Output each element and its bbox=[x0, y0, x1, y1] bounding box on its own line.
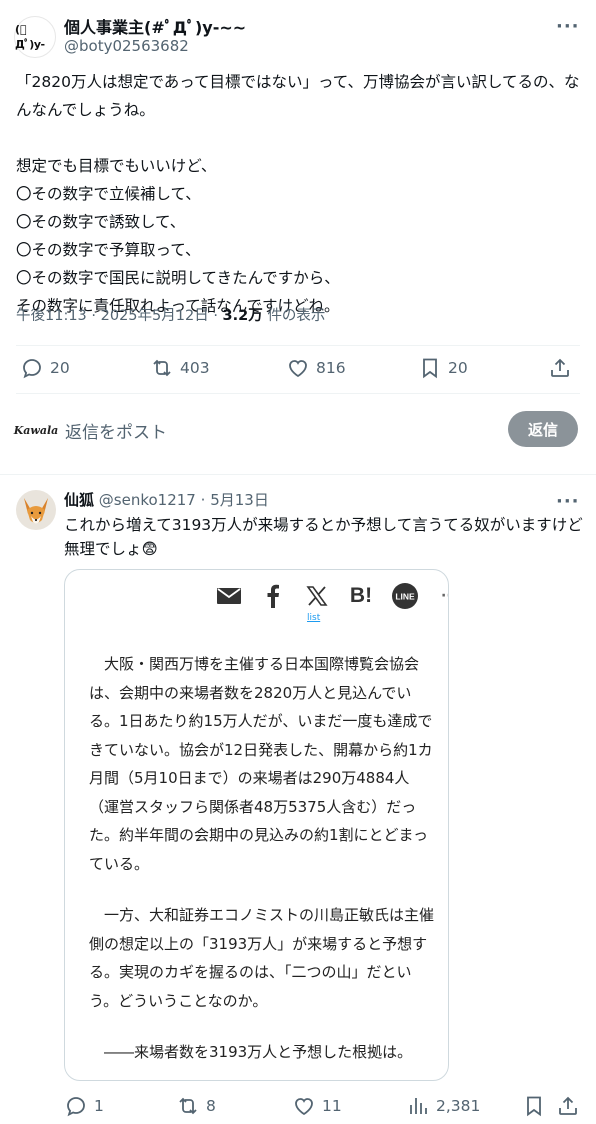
share-toolbar: B! LINE ··· bbox=[215, 582, 448, 610]
attached-image-card[interactable]: B! LINE ··· list 大阪・関西万博を主催する日本国際博覧会協会は、… bbox=[64, 569, 449, 1081]
heart-icon bbox=[295, 1098, 313, 1116]
reply-input[interactable]: 返信をポスト bbox=[65, 418, 167, 443]
display-name[interactable]: 個人事業主(#ﾟДﾟ)y-~~ bbox=[64, 14, 246, 38]
divider bbox=[16, 393, 580, 394]
share-icon bbox=[559, 1096, 577, 1115]
facebook-icon bbox=[259, 582, 287, 610]
hatena-icon: B! bbox=[349, 584, 373, 607]
display-name[interactable]: 仙狐 bbox=[64, 491, 94, 509]
bookmark-icon bbox=[527, 1096, 541, 1117]
line-icon: LINE bbox=[391, 582, 419, 610]
reply-submit-button[interactable]: 返信 bbox=[508, 411, 578, 447]
divider bbox=[16, 345, 580, 346]
post-meta: 午後11:13 · 2025年5月12日 · 3.2万 件の表示 bbox=[16, 304, 325, 325]
meta-separator: · bbox=[200, 491, 206, 509]
user-handle[interactable]: @boty02563682 bbox=[64, 37, 189, 55]
avatar[interactable]: (ﾟДﾟ)y- bbox=[14, 16, 56, 58]
repost-icon bbox=[179, 1097, 197, 1115]
article-paragraph: ――来場者数を3193万人と予想した根拠は。 bbox=[104, 1043, 413, 1061]
repost-count: 403 bbox=[180, 359, 210, 377]
share-icon bbox=[551, 358, 569, 377]
meta-separator: · bbox=[213, 308, 218, 324]
meta-separator: · bbox=[91, 308, 97, 324]
more-icon: ··· bbox=[441, 588, 448, 604]
repost-count: 8 bbox=[206, 1097, 216, 1115]
mail-icon bbox=[215, 582, 243, 610]
x-icon bbox=[303, 582, 331, 610]
reply-button[interactable]: 1 bbox=[64, 1094, 104, 1118]
views-button[interactable]: 2,381 bbox=[406, 1094, 480, 1118]
like-count: 11 bbox=[322, 1097, 342, 1115]
article-paragraph: 大阪・関西万博を主催する日本国際博覧会協会は、会期中の来場者数を2820万人と見… bbox=[89, 655, 433, 873]
post-date[interactable]: 2025年5月12日 bbox=[101, 308, 209, 324]
view-count: 3.2万 bbox=[222, 308, 263, 324]
avatar[interactable] bbox=[16, 490, 56, 530]
more-options-icon[interactable]: ··· bbox=[556, 491, 580, 512]
post-body: 「2820万人は想定であって目標ではない」って、万博協会が言い訳してるの、なんな… bbox=[16, 73, 580, 315]
user-handle[interactable]: @senko1217 bbox=[99, 491, 196, 509]
reply-icon bbox=[23, 359, 41, 379]
post-time[interactable]: 午後11:13 bbox=[16, 308, 87, 324]
bookmark-button[interactable] bbox=[522, 1094, 546, 1118]
reply-count: 20 bbox=[50, 359, 70, 377]
analytics-icon bbox=[410, 1098, 427, 1114]
article-paragraph: 一方、大和証券エコノミストの川島正敏氏は主催側の想定以上の「3193万人」が来場… bbox=[89, 906, 435, 1010]
divider bbox=[0, 474, 596, 475]
reply-count: 1 bbox=[94, 1097, 104, 1115]
view-count-label: 件の表示 bbox=[267, 308, 326, 324]
view-count: 2,381 bbox=[436, 1097, 481, 1115]
reply-header: 仙狐 @senko1217 · 5月13日 bbox=[64, 489, 269, 510]
bookmark-count: 20 bbox=[448, 359, 468, 377]
composer-avatar: Kawala bbox=[13, 423, 59, 437]
reply-button[interactable]: 20 bbox=[20, 356, 70, 380]
like-button[interactable]: 816 bbox=[286, 356, 346, 380]
reply-body: これから増えて3193万人が来場するとか予想して言うてる奴がいますけど無理でしょ… bbox=[64, 516, 583, 558]
repost-button[interactable]: 403 bbox=[150, 356, 210, 380]
reply-icon bbox=[67, 1097, 85, 1117]
fox-avatar-image bbox=[16, 490, 56, 530]
article-text: 大阪・関西万博を主催する日本国際博覧会協会は、会期中の来場者数を2820万人と見… bbox=[89, 650, 437, 1080]
repost-icon bbox=[153, 359, 171, 377]
list-link[interactable]: list bbox=[307, 613, 320, 623]
share-button[interactable] bbox=[556, 1094, 580, 1118]
heart-icon bbox=[289, 360, 307, 378]
share-button[interactable] bbox=[548, 356, 572, 380]
repost-button[interactable]: 8 bbox=[176, 1094, 216, 1118]
bookmark-button[interactable]: 20 bbox=[418, 356, 468, 380]
more-options-icon[interactable]: ··· bbox=[556, 16, 580, 37]
bookmark-icon bbox=[423, 358, 437, 379]
like-count: 816 bbox=[316, 359, 346, 377]
svg-text:LINE: LINE bbox=[395, 592, 415, 602]
post-date[interactable]: 5月13日 bbox=[210, 491, 269, 509]
like-button[interactable]: 11 bbox=[292, 1094, 342, 1118]
